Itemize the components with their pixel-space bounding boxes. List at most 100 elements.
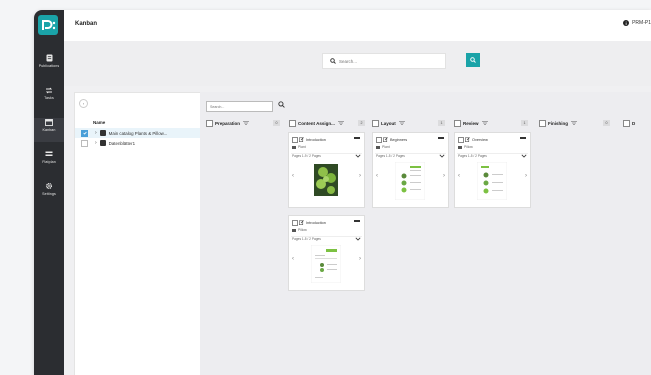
- kanban-card[interactable]: Overview Pillow Pages 1-5 / 2 Pages ‹ ›: [454, 132, 531, 208]
- main-content: ‹ Name › Main catalog Plants & Pillow...…: [64, 86, 651, 375]
- app-logo[interactable]: [36, 14, 62, 36]
- app-window: Publications Tasks Kanban Flatplan Setti: [34, 10, 651, 375]
- card-checkbox[interactable]: [292, 137, 298, 143]
- column-header-d[interactable]: D: [623, 118, 635, 128]
- column-title: Content Assign...: [298, 120, 335, 126]
- tree-item[interactable]: › Main catalog Plants & Pillow...: [75, 128, 200, 138]
- chevron-down-icon[interactable]: [521, 154, 527, 158]
- column-header-layout[interactable]: Layout: [372, 118, 405, 128]
- sidebar-item-flatplan[interactable]: Flatplan: [34, 150, 64, 174]
- column-count-badge: 1: [438, 120, 445, 126]
- filter-icon[interactable]: [398, 120, 405, 126]
- board-search-box[interactable]: [206, 101, 273, 112]
- publications-icon: [46, 54, 53, 62]
- tree-item[interactable]: › Datenblätter1: [75, 138, 200, 148]
- item-checkbox[interactable]: [81, 139, 88, 147]
- chevron-right-icon[interactable]: ›: [443, 173, 445, 179]
- chevron-right-icon[interactable]: ›: [359, 256, 361, 262]
- search-box[interactable]: [322, 53, 446, 69]
- sidebar-item-label: Tasks: [44, 95, 54, 100]
- chevron-right-icon[interactable]: ›: [525, 173, 527, 179]
- chevron-left-icon[interactable]: ‹: [292, 256, 294, 262]
- card-checkbox[interactable]: [458, 137, 464, 143]
- column-checkbox[interactable]: [206, 119, 213, 127]
- card-checkbox[interactable]: [376, 137, 382, 143]
- chevron-left-icon[interactable]: ‹: [458, 173, 460, 179]
- card-folder: Plant: [382, 145, 390, 149]
- tasks-icon: [45, 86, 53, 94]
- chevron-right-icon[interactable]: ›: [95, 130, 97, 136]
- item-checkbox[interactable]: [81, 129, 88, 137]
- search-icon[interactable]: [278, 101, 285, 108]
- page-thumbnail: [395, 162, 425, 200]
- filter-icon[interactable]: [243, 120, 250, 126]
- sidebar-item-kanban[interactable]: Kanban: [34, 118, 64, 142]
- edit-icon[interactable]: [299, 137, 304, 143]
- kanban-card[interactable]: Introduction Pillow Pages 1-5 / 2 Pages …: [288, 215, 365, 291]
- card-menu-icon[interactable]: [354, 220, 360, 222]
- chevron-left-icon[interactable]: ‹: [376, 173, 378, 179]
- column-header-preparation[interactable]: Preparation: [206, 118, 250, 128]
- column-header-finishing[interactable]: Finishing: [539, 118, 577, 128]
- card-title: Overview: [472, 138, 488, 142]
- page-thumbnail: [311, 245, 341, 283]
- column-count-badge: 0: [603, 120, 610, 126]
- filter-icon[interactable]: [571, 120, 577, 126]
- chevron-down-icon[interactable]: [355, 154, 361, 158]
- column-count-badge: 1: [521, 120, 528, 126]
- search-bar-area: [64, 41, 651, 86]
- chevron-down-icon[interactable]: [355, 237, 361, 241]
- card-pages: Pages 1-5 / 2 Pages: [376, 154, 405, 158]
- card-title: Beginners: [390, 138, 408, 142]
- folder-icon: [458, 145, 462, 149]
- chevron-right-icon[interactable]: ›: [359, 173, 361, 179]
- filter-icon[interactable]: [337, 120, 344, 126]
- search-input[interactable]: [339, 58, 419, 64]
- card-menu-icon[interactable]: [520, 137, 526, 139]
- column-header-review[interactable]: Review: [454, 118, 488, 128]
- column-checkbox[interactable]: [454, 119, 461, 127]
- sidebar-item-tasks[interactable]: Tasks: [34, 86, 64, 110]
- kanban-card[interactable]: Introduction Plant Pages 1-9 / 2 Pages ‹…: [288, 132, 365, 208]
- card-pages: Pages 1-5 / 2 Pages: [292, 237, 321, 241]
- chevron-right-icon[interactable]: ›: [95, 140, 97, 146]
- card-menu-icon[interactable]: [354, 137, 360, 139]
- sidebar-item-label: Settings: [42, 191, 56, 196]
- column-checkbox[interactable]: [539, 119, 546, 127]
- column-checkbox[interactable]: [372, 119, 379, 127]
- edit-icon[interactable]: [465, 137, 470, 143]
- column-count-badge: 2: [358, 120, 365, 126]
- search-button[interactable]: [466, 53, 480, 67]
- column-title: Preparation: [215, 120, 241, 126]
- sidebar-item-settings[interactable]: Settings: [34, 182, 64, 206]
- search-icon: [470, 57, 476, 63]
- column-header-content-assignment[interactable]: Content Assign...: [289, 118, 344, 128]
- kanban-card[interactable]: Beginners Plant Pages 1-5 / 2 Pages ‹ ›: [372, 132, 449, 208]
- column-checkbox[interactable]: [623, 119, 630, 127]
- folder-icon: [292, 228, 296, 232]
- sidebar-item-publications[interactable]: Publications: [34, 54, 64, 78]
- filter-icon[interactable]: [481, 120, 488, 126]
- collapse-panel-button[interactable]: ‹: [79, 99, 88, 108]
- edit-icon[interactable]: [299, 220, 304, 226]
- board-search-input[interactable]: [207, 104, 260, 109]
- sidebar-item-label: Publications: [38, 63, 60, 68]
- chevron-left-icon[interactable]: ‹: [292, 173, 294, 179]
- user-menu[interactable]: i PRM-P1: [623, 20, 651, 26]
- card-title: Introduction: [306, 138, 326, 142]
- kanban-board: Preparation 0 Content Assign... 2 Layout…: [200, 92, 651, 375]
- column-checkbox[interactable]: [289, 119, 296, 127]
- publication-icon: [99, 130, 106, 136]
- user-name: PRM-P1: [632, 20, 651, 26]
- card-checkbox[interactable]: [292, 220, 298, 226]
- column-title: Finishing: [548, 120, 568, 126]
- tree-panel: ‹ Name › Main catalog Plants & Pillow...…: [74, 92, 201, 375]
- gear-icon: [45, 182, 53, 190]
- edit-icon[interactable]: [383, 137, 388, 143]
- card-pages: Pages 1-9 / 2 Pages: [292, 154, 321, 158]
- top-bar: Kanban i PRM-P1: [64, 10, 651, 42]
- card-menu-icon[interactable]: [438, 137, 444, 139]
- search-icon: [327, 58, 339, 64]
- chevron-down-icon[interactable]: [439, 154, 445, 158]
- sidebar-item-label: Flatplan: [42, 159, 56, 164]
